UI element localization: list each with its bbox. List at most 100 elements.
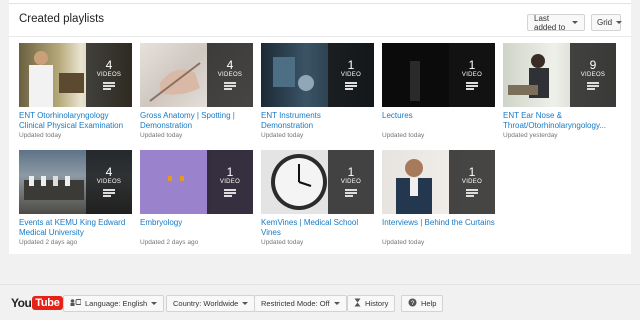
playlist-card[interactable]: 9 VIDEOS ENT Ear Nose & Throat/Otorhinol… — [503, 43, 616, 140]
playlist-title[interactable]: Embryology — [140, 218, 253, 238]
video-count-overlay: 1 VIDEO — [328, 43, 374, 107]
video-count: 4 — [105, 165, 113, 179]
help-icon: ? — [408, 298, 417, 309]
view-dropdown[interactable]: Grid — [591, 14, 623, 31]
playlist-thumbnail[interactable]: 1 VIDEO — [382, 43, 495, 107]
video-count: 1 — [347, 165, 355, 179]
video-count-overlay: 1 VIDEO — [449, 43, 495, 107]
video-count-unit: VIDEOS — [96, 72, 122, 78]
video-count: 1 — [468, 58, 476, 72]
playlist-updated: Updated yesterday — [503, 132, 558, 139]
playlist-title[interactable]: Interviews | Behind the Curtains — [382, 218, 495, 238]
youtube-logo[interactable]: You Tube — [11, 295, 63, 311]
playlist-title[interactable]: Lectures — [382, 111, 495, 131]
restricted-mode-label: Restricted Mode: Off — [261, 299, 330, 308]
playlist-updated: Updated today — [382, 239, 425, 246]
video-count-unit: VIDEOS — [580, 72, 606, 78]
playlist-title[interactable]: ENT Ear Nose & Throat/Otorhinolaryngolog… — [503, 111, 616, 131]
help-button[interactable]: ? Help — [401, 295, 444, 312]
video-count: 4 — [105, 58, 113, 72]
playlist-icon — [103, 189, 115, 197]
video-count-unit: VIDEO — [219, 179, 241, 185]
language-label: Language: English — [85, 299, 148, 308]
playlist-updated: Updated today — [382, 132, 425, 139]
playlist-updated: Updated today — [261, 239, 304, 246]
playlist-title[interactable]: KemVines | Medical School Vines — [261, 218, 374, 238]
playlist-card[interactable]: 4 VIDEOS Events at KEMU King Edward Medi… — [19, 150, 132, 247]
playlist-thumbnail[interactable]: 1 VIDEO — [261, 150, 374, 214]
playlist-updated: Updated today — [261, 132, 304, 139]
video-count-unit: VIDEOS — [96, 179, 122, 185]
logo-tube: Tube — [32, 296, 63, 310]
chevron-down-icon — [572, 21, 578, 24]
sort-dropdown[interactable]: Last added to — [527, 13, 585, 32]
video-count: 1 — [226, 165, 234, 179]
playlist-icon — [345, 189, 357, 197]
playlist-title[interactable]: ENT Otorhinolaryngology Clinical Physica… — [19, 111, 132, 131]
playlist-icon — [466, 82, 478, 90]
panel-title: Created playlists — [19, 13, 105, 25]
playlist-card[interactable]: 1 VIDEO ENT Instruments Demonstration Up… — [261, 43, 374, 140]
history-button[interactable]: History — [347, 295, 396, 312]
playlist-icon — [224, 82, 236, 90]
playlist-thumbnail[interactable]: 1 VIDEO — [261, 43, 374, 107]
playlist-thumbnail[interactable]: 1 VIDEO — [382, 150, 495, 214]
playlists-panel: Created playlists Last added to Grid 4 V… — [9, 4, 631, 254]
playlist-title[interactable]: Gross Anatomy | Spotting | Demonstration — [140, 111, 253, 131]
video-count-unit: VIDEOS — [217, 72, 243, 78]
playlist-thumbnail[interactable]: 1 VIDEO — [140, 150, 253, 214]
video-count-unit: VIDEO — [461, 72, 483, 78]
playlist-icon — [103, 82, 115, 90]
video-count-overlay: 4 VIDEOS — [207, 43, 253, 107]
playlist-thumbnail[interactable]: 4 VIDEOS — [19, 43, 132, 107]
video-count-overlay: 1 VIDEO — [449, 150, 495, 214]
country-button[interactable]: Country: Worldwide — [166, 295, 256, 312]
language-button[interactable]: Language: English — [63, 295, 165, 312]
playlist-updated: Updated 2 days ago — [140, 239, 199, 246]
help-label: Help — [421, 299, 437, 308]
playlist-icon — [345, 82, 357, 90]
hourglass-icon — [354, 298, 361, 309]
divider — [9, 36, 631, 37]
history-label: History — [365, 299, 389, 308]
playlist-thumbnail[interactable]: 4 VIDEOS — [140, 43, 253, 107]
playlist-card[interactable]: 4 VIDEOS Gross Anatomy | Spotting | Demo… — [140, 43, 253, 140]
restricted-mode-button[interactable]: Restricted Mode: Off — [254, 295, 347, 312]
playlist-card[interactable]: 4 VIDEOS ENT Otorhinolaryngology Clinica… — [19, 43, 132, 140]
playlist-card[interactable]: 1 VIDEO KemVines | Medical School Vines … — [261, 150, 374, 247]
video-count: 9 — [589, 58, 597, 72]
playlist-icon — [224, 189, 236, 197]
sort-dropdown-label: Last added to — [534, 13, 566, 32]
video-count: 1 — [468, 165, 476, 179]
country-label: Country: Worldwide — [173, 299, 239, 308]
video-count-overlay: 1 VIDEO — [207, 150, 253, 214]
playlist-card[interactable]: 1 VIDEO Embryology Updated 2 days ago — [140, 150, 253, 247]
video-count-overlay: 4 VIDEOS — [86, 150, 132, 214]
playlist-title[interactable]: ENT Instruments Demonstration — [261, 111, 374, 131]
video-count-unit: VIDEO — [461, 179, 483, 185]
playlist-thumbnail[interactable]: 4 VIDEOS — [19, 150, 132, 214]
playlist-thumbnail[interactable]: 9 VIDEOS — [503, 43, 616, 107]
playlist-updated: Updated 2 days ago — [19, 239, 78, 246]
playlist-icon — [466, 189, 478, 197]
view-dropdown-label: Grid — [597, 18, 613, 27]
playlist-icon — [587, 82, 599, 90]
video-count-overlay: 4 VIDEOS — [86, 43, 132, 107]
chevron-down-icon — [242, 302, 249, 305]
playlist-updated: Updated today — [140, 132, 183, 139]
playlist-title[interactable]: Events at KEMU King Edward Medical Unive… — [19, 218, 132, 238]
footer: You Tube Language: English Country: Worl… — [0, 284, 640, 320]
video-count-overlay: 9 VIDEOS — [570, 43, 616, 107]
video-count: 4 — [226, 58, 234, 72]
chevron-down-icon — [333, 302, 340, 305]
playlist-updated: Updated today — [19, 132, 62, 139]
video-count-unit: VIDEO — [340, 72, 362, 78]
language-icon — [70, 299, 82, 308]
logo-you: You — [11, 296, 32, 310]
video-count: 1 — [347, 58, 355, 72]
playlist-card[interactable]: 1 VIDEO Interviews | Behind the Curtains… — [382, 150, 495, 247]
svg-text:?: ? — [411, 300, 415, 307]
playlist-card[interactable]: 1 VIDEO Lectures Updated today — [382, 43, 495, 140]
video-count-unit: VIDEO — [340, 179, 362, 185]
chevron-down-icon — [151, 302, 158, 305]
